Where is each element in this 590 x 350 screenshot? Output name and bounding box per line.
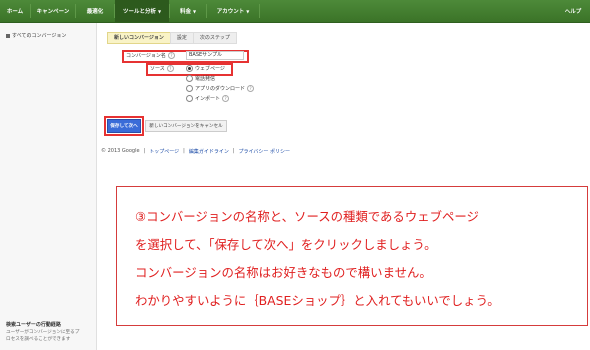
nav-account-label: アカウント	[216, 9, 245, 15]
help-icon[interactable]: ?	[167, 52, 175, 59]
nav-tools[interactable]: ツールと分析 ▼	[115, 0, 169, 22]
source-label: ソース?	[150, 65, 174, 72]
footer: © 2013 Google | トップページ | 編集ガイドライン | プライバ…	[101, 148, 290, 155]
nav-campaign[interactable]: キャンペーン	[31, 0, 75, 22]
footer-link-privacy[interactable]: プライバシー ポリシー	[239, 148, 291, 155]
source-option-app-download[interactable]: アプリのダウンロード ?	[186, 85, 255, 92]
nav-help[interactable]: ヘルプ	[558, 0, 588, 22]
top-nav-bar: ホーム キャンペーン 最適化 ツールと分析 ▼ 料金 ▼ アカウント ▼ ヘルプ	[0, 0, 590, 23]
footer-separator: |	[232, 148, 235, 154]
annotation-line: を選択して、「保存して次へ」をクリックしましょう。	[135, 237, 437, 252]
help-icon[interactable]: ?	[247, 85, 255, 92]
nav-separator	[259, 4, 260, 18]
source-option-label: 電話発信	[195, 76, 216, 82]
nav-tools-label: ツールと分析	[122, 9, 156, 15]
footer-link-top[interactable]: トップページ	[149, 148, 179, 155]
footer-copyright: © 2013 Google	[101, 148, 140, 154]
footer-separator: |	[143, 148, 146, 154]
chevron-down-icon: ▼	[192, 8, 197, 14]
step-settings: 設定	[169, 32, 194, 44]
annotation-line: ③コンバージョンの名称と、ソースの種類であるウェブページ	[135, 209, 479, 224]
annotation-line: わかりやすいように｛BASEショップ｝と入れてもいいでしょう。	[135, 293, 500, 308]
source-option-import[interactable]: インポート ?	[186, 95, 230, 102]
help-icon[interactable]: ?	[166, 65, 174, 72]
nav-billing[interactable]: 料金 ▼	[170, 0, 206, 22]
sidebar-info-text: ユーザーがコンバージョンに至るプ ロセスを調べることができます	[6, 329, 96, 343]
nav-home[interactable]: ホーム	[0, 0, 30, 22]
source-label-text: ソース	[150, 66, 165, 72]
conversion-name-input[interactable]: BASEサンプル	[186, 51, 244, 60]
sidebar-info-title[interactable]: 検索ユーザーの行動経路	[6, 321, 96, 328]
chevron-down-icon: ▼	[246, 8, 250, 14]
nav-account[interactable]: アカウント ▼	[207, 0, 259, 22]
source-option-webpage[interactable]: ウェブページ	[186, 65, 225, 72]
save-and-continue-button[interactable]: 保存して次へ	[107, 119, 141, 133]
nav-optimize[interactable]: 最適化	[76, 0, 114, 22]
cancel-conversion-button[interactable]: 新しいコンバージョンをキャンセル	[145, 120, 227, 132]
sidebar-item-all-conversions[interactable]: すべてのコンバージョン	[6, 32, 66, 39]
conversion-name-label: コンバージョン名?	[126, 52, 175, 59]
step-breadcrumb: 新しいコンバージョン 設定 次のステップ	[107, 32, 237, 44]
source-option-phone[interactable]: 電話発信	[186, 75, 215, 82]
nav-billing-label: 料金	[179, 9, 191, 15]
sidebar-item-label: すべてのコンバージョン	[12, 33, 67, 39]
help-icon[interactable]: ?	[222, 95, 230, 102]
radio-icon[interactable]	[186, 75, 193, 82]
radio-icon[interactable]	[186, 95, 193, 102]
list-icon	[6, 33, 10, 38]
source-option-label: インポート	[195, 96, 221, 102]
sidebar-info-text-line: ロセスを調べることができます	[6, 337, 71, 342]
sidebar-info-panel: 検索ユーザーの行動経路 ユーザーがコンバージョンに至るプ ロセスを調べることがで…	[6, 321, 96, 343]
annotation-line: コンバージョンの名称はお好きなもので構いません。	[135, 265, 432, 280]
conversion-name-label-text: コンバージョン名	[126, 53, 166, 59]
source-option-label: ウェブページ	[195, 66, 225, 72]
footer-link-guidelines[interactable]: 編集ガイドライン	[189, 148, 229, 155]
sidebar: すべてのコンバージョン 検索ユーザーの行動経路 ユーザーがコンバージョンに至るプ…	[0, 23, 97, 350]
radio-icon[interactable]	[186, 85, 193, 92]
footer-separator: |	[183, 148, 185, 154]
source-option-label: アプリのダウンロード	[195, 86, 246, 92]
chevron-down-icon: ▼	[157, 8, 162, 14]
step-next: 次のステップ	[192, 32, 237, 44]
step-new-conversion: 新しいコンバージョン	[107, 32, 171, 44]
radio-selected-icon[interactable]	[186, 65, 193, 72]
sidebar-info-text-line: ユーザーがコンバージョンに至るプ	[6, 330, 80, 335]
annotation-box: ③コンバージョンの名称と、ソースの種類であるウェブページ を選択して、「保存して…	[116, 186, 588, 326]
